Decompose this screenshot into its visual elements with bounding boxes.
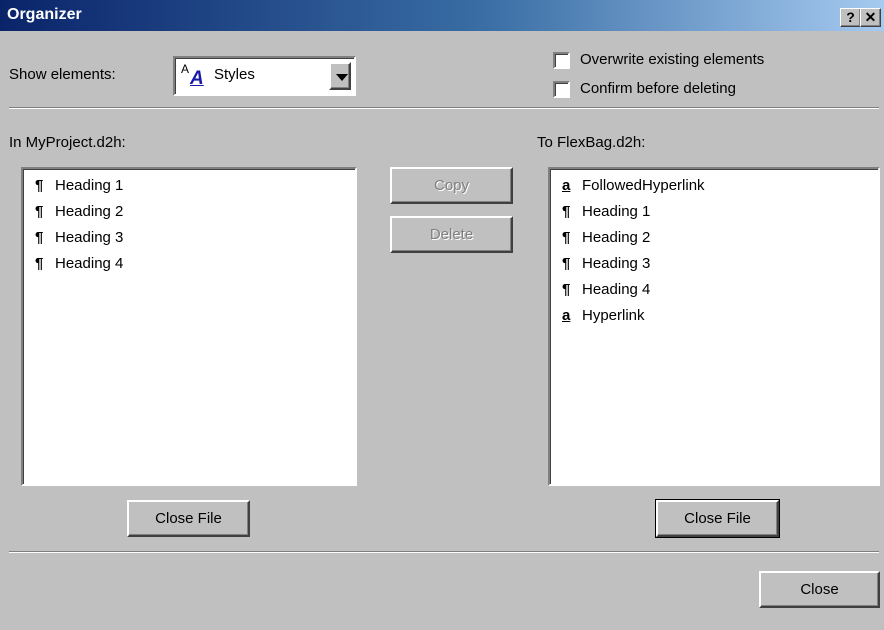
paragraph-icon: ¶ xyxy=(562,255,571,272)
left-style-list[interactable]: ¶ Heading 1 ¶ Heading 2 ¶ Heading 3 ¶ Headin… xyxy=(21,167,357,486)
show-elements-label: Show elements: xyxy=(9,66,116,83)
close-icon[interactable]: ✕ xyxy=(860,8,881,27)
close-button[interactable]: Close xyxy=(759,571,880,608)
paragraph-icon: ¶ xyxy=(35,255,44,272)
list-item[interactable]: ¶ Heading 1 xyxy=(35,175,123,197)
character-style-icon: a xyxy=(562,177,571,194)
paragraph-icon: ¶ xyxy=(562,281,571,298)
list-item[interactable]: ¶ Heading 2 xyxy=(35,201,123,223)
left-file-label: In MyProject.d2h: xyxy=(9,134,126,151)
top-separator xyxy=(9,107,879,109)
bottom-separator xyxy=(9,551,879,553)
paragraph-icon: ¶ xyxy=(35,177,44,194)
show-elements-dropdown[interactable]: A A Styles xyxy=(173,56,356,96)
help-icon[interactable]: ? xyxy=(840,8,861,27)
list-item[interactable]: ¶ Heading 4 xyxy=(562,279,650,301)
list-item[interactable]: a Hyperlink xyxy=(562,305,645,327)
list-item[interactable]: ¶ Heading 3 xyxy=(562,253,650,275)
title-bar[interactable]: Organizer ? ✕ xyxy=(0,0,884,31)
copy-button[interactable]: Copy xyxy=(390,167,513,204)
chevron-down-icon[interactable] xyxy=(329,62,351,90)
confirm-delete-label[interactable]: Confirm before deleting xyxy=(580,80,736,97)
overwrite-label[interactable]: Overwrite existing elements xyxy=(580,51,764,68)
left-close-file-button[interactable]: Close File xyxy=(127,500,250,537)
window-title: Organizer xyxy=(7,6,82,23)
delete-button[interactable]: Delete xyxy=(390,216,513,253)
list-item[interactable]: a FollowedHyperlink xyxy=(562,175,705,197)
paragraph-icon: ¶ xyxy=(35,203,44,220)
paragraph-icon: ¶ xyxy=(35,229,44,246)
list-item[interactable]: ¶ Heading 4 xyxy=(35,253,123,275)
list-item[interactable]: ¶ Heading 3 xyxy=(35,227,123,249)
organizer-dialog: Organizer ? ✕ Show elements: A A Styles … xyxy=(0,0,884,630)
overwrite-checkbox[interactable] xyxy=(553,52,570,69)
right-file-label: To FlexBag.d2h: xyxy=(537,134,646,151)
show-elements-value: Styles xyxy=(214,66,255,83)
character-style-icon: a xyxy=(562,307,571,324)
right-close-file-button[interactable]: Close File xyxy=(655,499,780,538)
list-item[interactable]: ¶ Heading 2 xyxy=(562,227,650,249)
confirm-delete-checkbox[interactable] xyxy=(553,81,570,98)
paragraph-icon: ¶ xyxy=(562,229,571,246)
list-item[interactable]: ¶ Heading 1 xyxy=(562,201,650,223)
paragraph-icon: ¶ xyxy=(562,203,571,220)
styles-icon: A A xyxy=(181,62,204,89)
right-style-list[interactable]: a FollowedHyperlink ¶ Heading 1 ¶ Heading 2… xyxy=(548,167,880,486)
